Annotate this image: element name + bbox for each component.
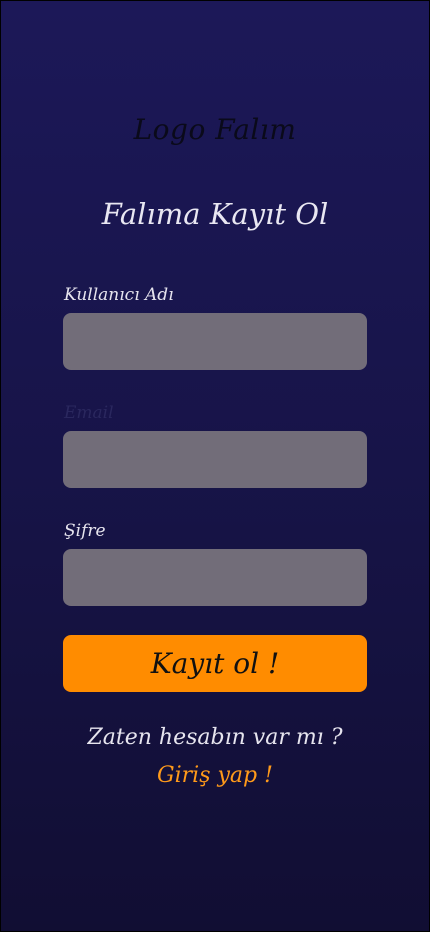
page-title: Falıma Kayıt Ol xyxy=(101,197,329,231)
register-button[interactable]: Kayıt ol ! xyxy=(63,635,367,692)
email-input[interactable] xyxy=(63,431,367,488)
register-screen: Logo Falım Falıma Kayıt Ol Kullanıcı Adı… xyxy=(0,0,430,932)
password-label: Şifre xyxy=(64,521,106,541)
username-label: Kullanıcı Adı xyxy=(64,285,174,305)
login-link[interactable]: Giriş yap ! xyxy=(1,763,429,788)
email-label: Email xyxy=(64,403,114,423)
username-input[interactable] xyxy=(63,313,367,370)
logo-text: Logo Falım xyxy=(133,113,297,146)
password-input[interactable] xyxy=(63,549,367,606)
have-account-text: Zaten hesabın var mı ? xyxy=(87,725,343,750)
